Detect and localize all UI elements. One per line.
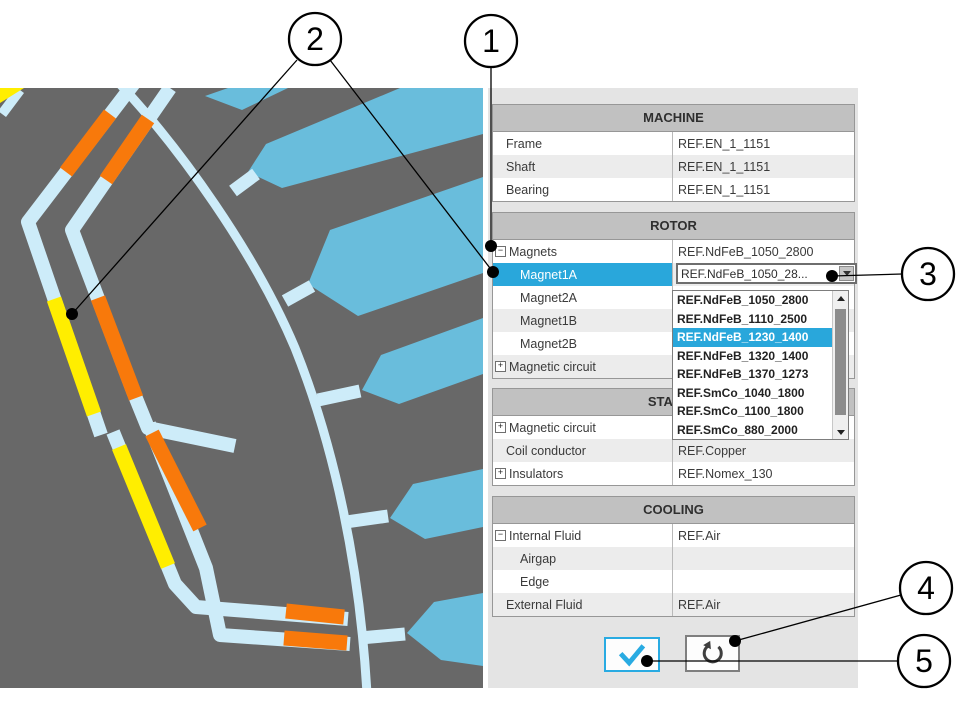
property-name: Coil conductor — [506, 444, 586, 458]
property-name-cell[interactable]: Bearing — [493, 178, 673, 201]
property-row[interactable]: +InsulatorsREF.Nomex_130 — [493, 462, 854, 485]
property-name: Magnets — [509, 245, 557, 259]
property-value: REF.EN_1_1151 — [673, 178, 854, 201]
property-name: External Fluid — [506, 598, 582, 612]
property-name: Edge — [520, 575, 549, 589]
check-icon — [615, 642, 649, 668]
dropdown-item[interactable]: REF.NdFeB_1320_1400 — [673, 347, 832, 366]
property-name: Magnet1B — [520, 314, 577, 328]
cooling-table: COOLING−Internal FluidREF.AirAirgapEdgeE… — [492, 496, 855, 617]
property-value: REF.Nomex_130 — [673, 462, 854, 485]
property-name-cell[interactable]: Coil conductor — [493, 439, 673, 462]
property-name-cell[interactable]: +Insulators — [493, 462, 673, 485]
property-name-cell[interactable]: External Fluid — [493, 593, 673, 616]
application-window: MACHINE Frame REF.EN_1_1151 Shaft REF.EN_1_1… — [0, 0, 966, 711]
property-name: Bearing — [506, 183, 549, 197]
collapse-icon[interactable]: − — [495, 246, 506, 257]
combobox-value: REF.NdFeB_1050_28... — [678, 267, 839, 281]
property-value: REF.Air — [673, 524, 854, 547]
property-row[interactable]: −MagnetsREF.NdFeB_1050_2800 — [493, 240, 854, 263]
property-name: Shaft — [506, 160, 535, 174]
property-row[interactable]: Bearing REF.EN_1_1151 — [493, 178, 854, 201]
scroll-down-icon[interactable] — [833, 425, 848, 439]
property-row[interactable]: External Fluid REF.Air — [493, 593, 854, 616]
property-name: Insulators — [509, 467, 563, 481]
property-row[interactable]: Magnet1A REF.NdFeB_1050_28... — [493, 263, 854, 286]
material-dropdown-list: REF.NdFeB_1050_2800REF.NdFeB_1110_2500RE… — [672, 290, 849, 440]
table-title: COOLING — [493, 497, 854, 524]
property-row[interactable]: Edge — [493, 570, 854, 593]
expand-icon[interactable]: + — [495, 361, 506, 372]
property-name-cell[interactable]: Airgap — [493, 547, 673, 570]
property-name-cell[interactable]: Frame — [493, 132, 673, 155]
property-value: REF.NdFeB_1050_28... — [673, 263, 854, 286]
dropdown-item[interactable]: REF.SmCo_880_2000 — [673, 421, 832, 440]
dropdown-scrollbar[interactable] — [832, 291, 848, 439]
property-name-cell[interactable]: −Magnets — [493, 240, 673, 263]
property-name: Internal Fluid — [509, 529, 581, 543]
property-row[interactable]: Airgap — [493, 547, 854, 570]
table-title: ROTOR — [493, 213, 854, 240]
property-row[interactable]: Shaft REF.EN_1_1151 — [493, 155, 854, 178]
property-value — [673, 570, 854, 593]
scroll-up-icon[interactable] — [833, 291, 848, 305]
dropdown-item[interactable]: REF.NdFeB_1230_1400 — [673, 328, 832, 347]
property-name-cell[interactable]: Shaft — [493, 155, 673, 178]
reset-button[interactable] — [685, 635, 740, 672]
property-name: Magnetic circuit — [509, 360, 596, 374]
collapse-icon[interactable]: − — [495, 530, 506, 541]
property-value: REF.EN_1_1151 — [673, 155, 854, 178]
dropdown-item[interactable]: REF.SmCo_1040_1800 — [673, 384, 832, 403]
property-value: REF.EN_1_1151 — [673, 132, 854, 155]
property-name: Frame — [506, 137, 542, 151]
dropdown-item[interactable]: REF.NdFeB_1370_1273 — [673, 365, 832, 384]
property-name: Airgap — [520, 552, 556, 566]
property-value: REF.NdFeB_1050_2800 — [673, 240, 854, 263]
property-name-cell[interactable]: +Magnetic circuit — [493, 355, 673, 378]
reset-icon — [699, 640, 727, 668]
dropdown-arrow-icon[interactable] — [839, 266, 854, 281]
machine-table: MACHINE Frame REF.EN_1_1151 Shaft REF.EN_1_1… — [492, 104, 855, 202]
property-name-cell[interactable]: Magnet1A — [493, 263, 673, 286]
dropdown-item[interactable]: REF.NdFeB_1110_2500 — [673, 310, 832, 329]
property-name: Magnet2B — [520, 337, 577, 351]
expand-icon[interactable]: + — [495, 468, 506, 479]
expand-icon[interactable]: + — [495, 422, 506, 433]
property-value: REF.Copper — [673, 439, 854, 462]
dropdown-item[interactable]: REF.SmCo_1100_1800 — [673, 402, 832, 421]
property-name-cell[interactable]: Magnet1B — [493, 309, 673, 332]
callout-1: 1 — [482, 23, 500, 59]
property-value: REF.Air — [673, 593, 854, 616]
scrollbar-thumb[interactable] — [835, 309, 846, 415]
apply-button[interactable] — [604, 637, 660, 672]
property-row[interactable]: −Internal FluidREF.Air — [493, 524, 854, 547]
callout-2: 2 — [306, 21, 324, 57]
property-row[interactable]: Coil conductor REF.Copper — [493, 439, 854, 462]
property-name-cell[interactable]: +Magnetic circuit — [493, 416, 673, 439]
property-value — [673, 547, 854, 570]
property-name: Magnetic circuit — [509, 421, 596, 435]
property-name: Magnet2A — [520, 291, 577, 305]
table-title: MACHINE — [493, 105, 854, 132]
property-row[interactable]: Frame REF.EN_1_1151 — [493, 132, 854, 155]
magnet-2b[interactable] — [286, 611, 344, 617]
property-name-cell[interactable]: −Internal Fluid — [493, 524, 673, 547]
motor-cross-section-view — [0, 88, 483, 688]
property-name: Magnet1A — [520, 268, 577, 282]
property-name-cell[interactable]: Edge — [493, 570, 673, 593]
callout-5: 5 — [915, 643, 933, 679]
material-properties-panel: MACHINE Frame REF.EN_1_1151 Shaft REF.EN_1_1… — [488, 88, 858, 688]
magnet-2b-inner[interactable] — [284, 638, 347, 643]
dropdown-item[interactable]: REF.NdFeB_1050_2800 — [673, 291, 832, 310]
callout-4: 4 — [917, 570, 935, 606]
property-name-cell[interactable]: Magnet2B — [493, 332, 673, 355]
material-combobox[interactable]: REF.NdFeB_1050_28... — [676, 263, 857, 284]
property-name-cell[interactable]: Magnet2A — [493, 286, 673, 309]
callout-3: 3 — [919, 256, 937, 292]
